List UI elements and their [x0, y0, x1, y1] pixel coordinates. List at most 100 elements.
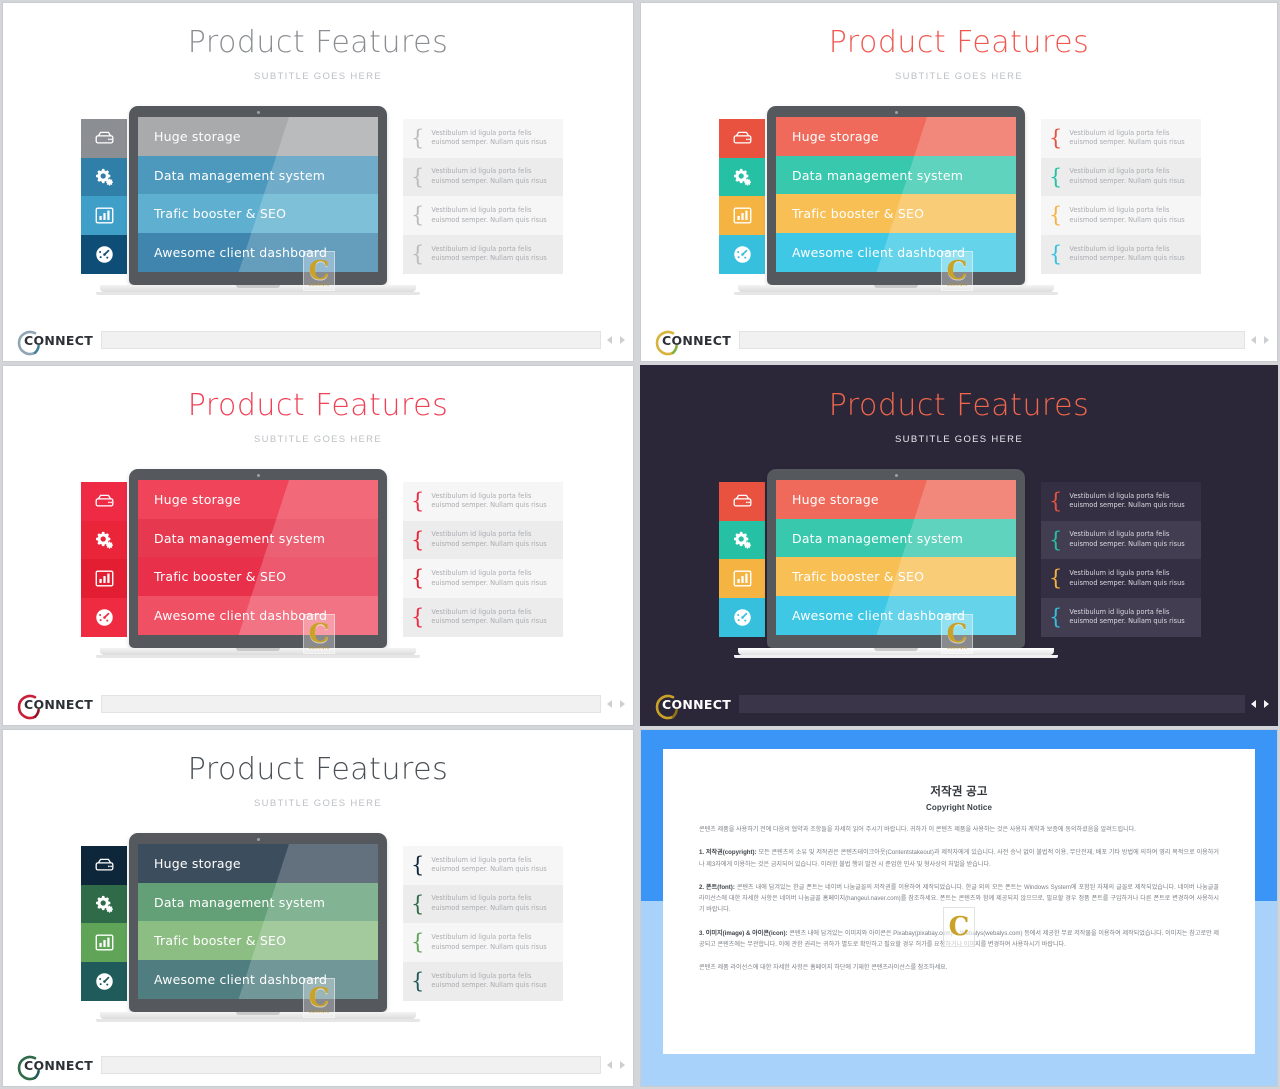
- feature-row-2[interactable]: Data management system: [776, 155, 1016, 195]
- description-row-4: {Vestibulum id ligula porta felis euismo…: [403, 962, 563, 1001]
- feature-icon-cell-2[interactable]: [719, 520, 765, 560]
- brace-icon: {: [1049, 164, 1063, 189]
- slide-6-copyright[interactable]: 저작권 공고 Copyright Notice 콘텐츠 제품을 사용하기 전에 다음…: [640, 729, 1278, 1087]
- bar-chart-icon: [94, 205, 115, 226]
- feature-icon-cell-3[interactable]: [719, 196, 765, 236]
- feature-icon-cell-4[interactable]: [81, 598, 127, 637]
- laptop-base: [738, 647, 1054, 655]
- feature-row-4[interactable]: Awesome client dashboard: [776, 233, 1016, 272]
- feature-row-4[interactable]: Awesome client dashboard: [138, 596, 378, 635]
- feature-row-2[interactable]: Data management system: [776, 518, 1016, 558]
- feature-description-list: { Vestibulum id ligula porta felis euismo…: [1041, 482, 1201, 637]
- footer-placeholder-bar[interactable]: [101, 331, 601, 349]
- feature-row-4[interactable]: Awesome client dashboard: [776, 596, 1016, 635]
- feature-icon-cell-2[interactable]: [81, 157, 127, 197]
- connect-logo[interactable]: CONNECT: [653, 694, 739, 719]
- feature-row-4[interactable]: Awesome client dashboard: [138, 233, 378, 272]
- footer-placeholder-bar[interactable]: [101, 695, 601, 713]
- slide-footer: CONNECT: [3, 329, 633, 355]
- slide-4-dark[interactable]: Product Features SUBTITLE GOES HERE Huge s…: [640, 365, 1278, 726]
- feature-icon-rail: [719, 119, 765, 274]
- connect-logo[interactable]: CONNECT: [15, 1055, 101, 1080]
- description-text: Vestibulum id ligula porta felis euismod…: [1069, 530, 1185, 549]
- feature-icon-cell-1[interactable]: [81, 482, 127, 521]
- laptop-foot: [734, 291, 1058, 295]
- feature-row-1[interactable]: Huge storage: [138, 480, 378, 519]
- feature-icon-cell-2[interactable]: [719, 157, 765, 197]
- hard-drive-icon: [732, 491, 753, 512]
- feature-icon-cell-1[interactable]: [81, 119, 127, 158]
- prev-slide-arrow-icon[interactable]: [607, 336, 612, 344]
- feature-icon-cell-2[interactable]: [81, 520, 127, 560]
- connect-logo[interactable]: CONNECT: [15, 330, 101, 355]
- next-slide-arrow-icon[interactable]: [1264, 336, 1269, 344]
- next-slide-arrow-icon[interactable]: [1264, 700, 1269, 708]
- connect-logo[interactable]: CONNECT: [15, 694, 101, 719]
- feature-row-1[interactable]: Huge storage: [138, 844, 378, 883]
- feature-icon-cell-1[interactable]: [81, 846, 127, 885]
- brace-icon: {: [1049, 527, 1063, 552]
- page-subtitle: SUBTITLE GOES HERE: [895, 71, 1023, 82]
- prev-slide-arrow-icon[interactable]: [607, 700, 612, 708]
- feature-icon-cell-2[interactable]: [81, 884, 127, 924]
- laptop-lid: Huge storage Data management system Trafic…: [767, 469, 1025, 648]
- description-row-1: {Vestibulum id ligula porta felis euismo…: [403, 119, 563, 158]
- feature-icon-cell-4[interactable]: [81, 962, 127, 1001]
- slide-2-multicolor[interactable]: Product Features SUBTITLE GOES HERE Huge s…: [640, 2, 1278, 362]
- brace-icon: {: [1049, 488, 1063, 513]
- page-title: Product Features: [187, 388, 449, 423]
- feature-row-3[interactable]: Trafic booster & SEO: [776, 194, 1016, 234]
- next-slide-arrow-icon[interactable]: [620, 700, 625, 708]
- next-slide-arrow-icon[interactable]: [620, 1061, 625, 1069]
- laptop-lid: Huge storage Data management system Trafic…: [129, 469, 387, 648]
- feature-icon-cell-1[interactable]: [719, 119, 765, 158]
- connect-logo[interactable]: CONNECT: [653, 330, 739, 355]
- feature-icon-cell-3[interactable]: [719, 559, 765, 599]
- feature-row-3[interactable]: Trafic booster & SEO: [776, 557, 1016, 597]
- feature-row-4[interactable]: Awesome client dashboard: [138, 960, 378, 999]
- feature-row-1[interactable]: Huge storage: [776, 117, 1016, 156]
- gears-icon: [94, 894, 115, 915]
- description-text: Vestibulum id ligula porta felis euismod…: [431, 933, 547, 951]
- page-subtitle: SUBTITLE GOES HERE: [895, 434, 1023, 445]
- laptop-mockup: Huge storage Data management system Trafic…: [96, 833, 420, 1022]
- feature-row-1[interactable]: Huge storage: [776, 480, 1016, 519]
- feature-icon-cell-3[interactable]: [81, 559, 127, 599]
- footer-placeholder-bar[interactable]: [101, 1056, 601, 1074]
- slide-5-forest[interactable]: Product Features SUBTITLE GOES HERE Huge s…: [2, 729, 634, 1087]
- description-row-4: {Vestibulum id ligula porta felis euismo…: [403, 598, 563, 637]
- webcam-dot: [256, 111, 260, 114]
- webcam-dot: [256, 838, 260, 841]
- prev-slide-arrow-icon[interactable]: [1251, 700, 1256, 708]
- feature-icon-cell-4[interactable]: [719, 598, 765, 637]
- feature-row-3[interactable]: Trafic booster & SEO: [138, 194, 378, 234]
- feature-row-2[interactable]: Data management system: [138, 882, 378, 922]
- feature-row-1[interactable]: Huge storage: [138, 117, 378, 156]
- footer-placeholder-bar[interactable]: [739, 695, 1245, 713]
- prev-slide-arrow-icon[interactable]: [1251, 336, 1256, 344]
- footer-placeholder-bar[interactable]: [739, 331, 1245, 349]
- feature-row-3[interactable]: Trafic booster & SEO: [138, 557, 378, 597]
- feature-icon-cell-3[interactable]: [81, 196, 127, 236]
- slide-navigation: [607, 336, 625, 344]
- slide-1-blue-grey[interactable]: Product Features SUBTITLE GOES HERE Huge s…: [2, 2, 634, 362]
- laptop-foot: [96, 291, 420, 295]
- feature-row-3[interactable]: Trafic booster & SEO: [138, 921, 378, 961]
- feature-icon-cell-3[interactable]: [81, 923, 127, 963]
- feature-row-2[interactable]: Data management system: [138, 518, 378, 558]
- slide-navigation: [607, 1061, 625, 1069]
- prev-slide-arrow-icon[interactable]: [607, 1061, 612, 1069]
- watermark-letter: C: [948, 912, 970, 942]
- feature-icon-cell-4[interactable]: [81, 235, 127, 274]
- feature-icon-cell-4[interactable]: [719, 235, 765, 274]
- feature-description-list: {Vestibulum id ligula porta felis euismo…: [403, 846, 563, 1001]
- feature-icon-cell-1[interactable]: [719, 482, 765, 521]
- feature-row-2[interactable]: Data management system: [138, 155, 378, 195]
- next-slide-arrow-icon[interactable]: [620, 336, 625, 344]
- page-title: Product Features: [187, 752, 449, 787]
- brace-icon: {: [411, 241, 425, 266]
- brace-icon: {: [1049, 604, 1063, 629]
- laptop-screen: Huge storage Data management system Trafic…: [776, 117, 1016, 272]
- slide-3-crimson[interactable]: Product Features SUBTITLE GOES HERE Huge s…: [2, 365, 634, 726]
- gauge-icon: [94, 607, 115, 628]
